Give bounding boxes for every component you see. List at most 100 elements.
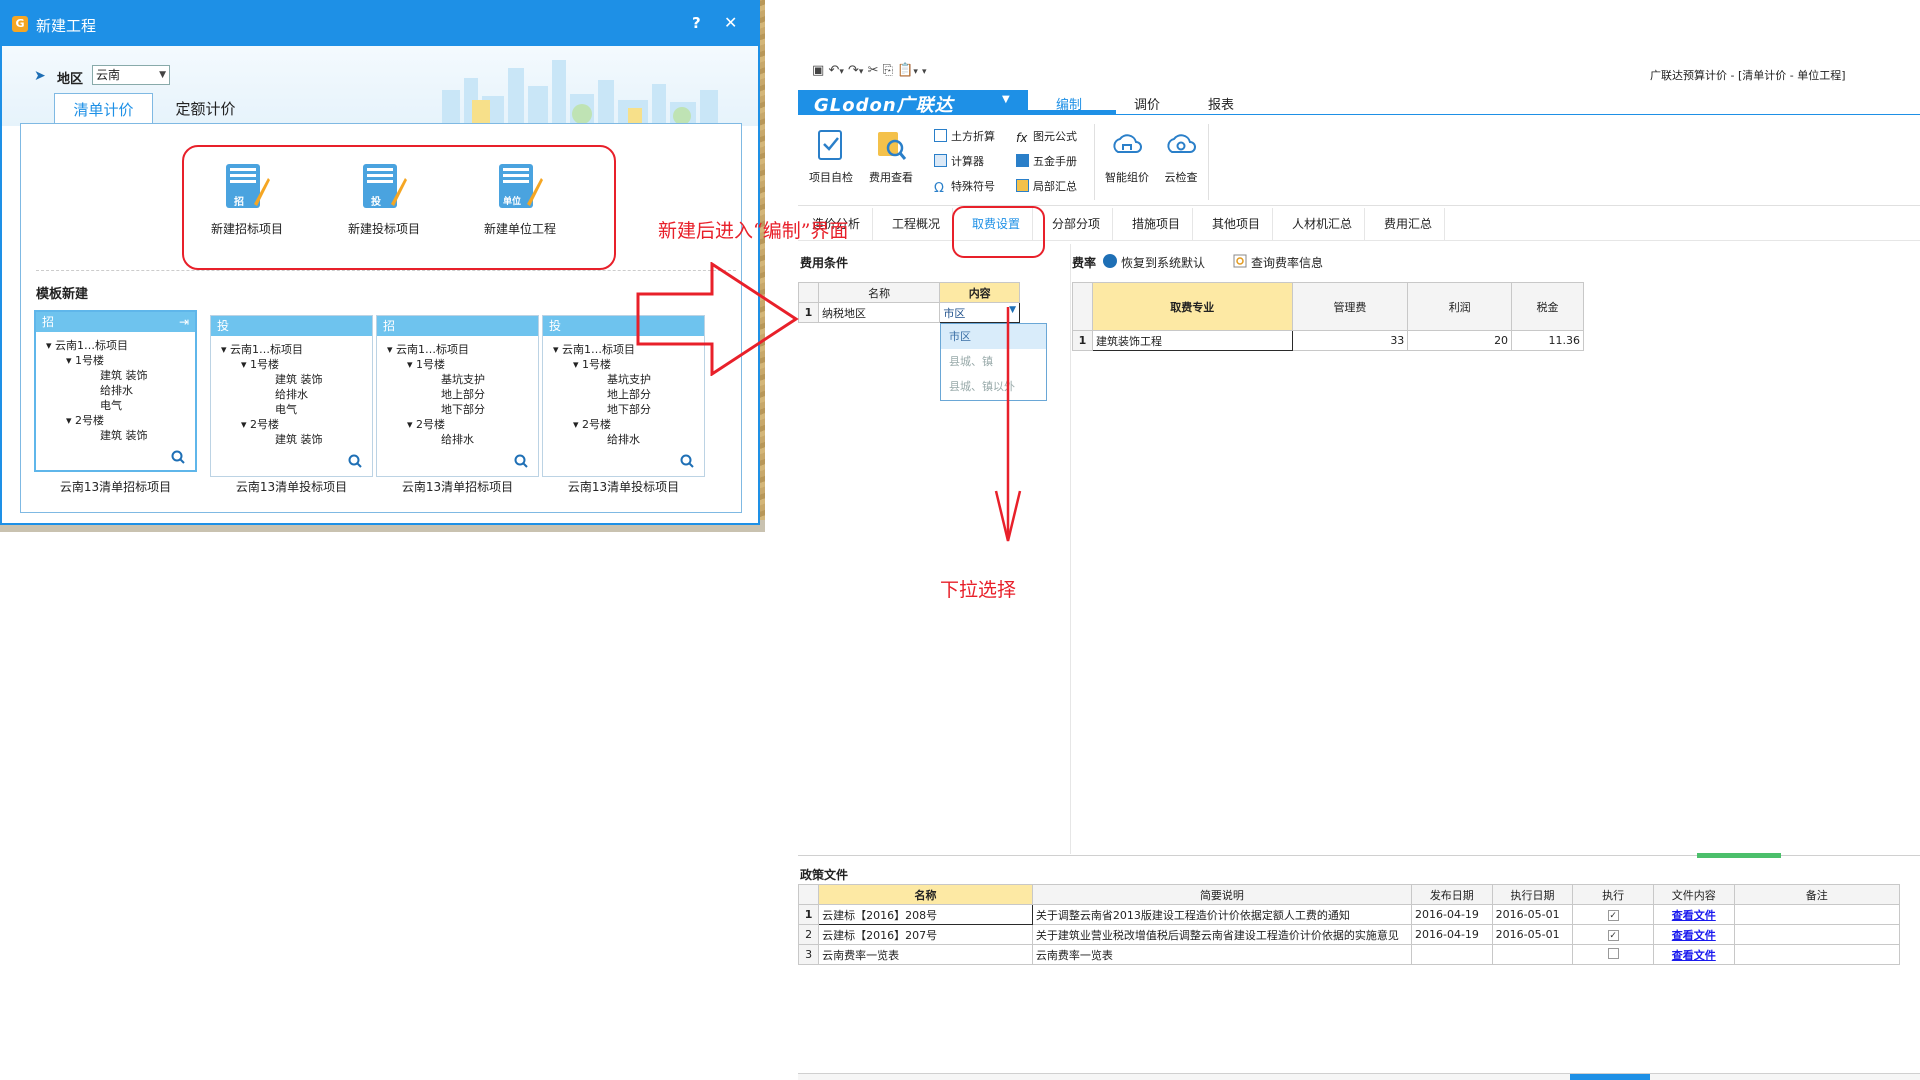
cell-publish: 2016-04-19 xyxy=(1410,924,1493,945)
ribbon-tab-edit[interactable]: 编制 xyxy=(1056,94,1082,113)
annotation-enter-edit: 新建后进入“编制”界面 xyxy=(658,220,849,242)
hardware-manual-button[interactable]: 五金手册 xyxy=(1016,153,1077,169)
ribbon-tab-report[interactable]: 报表 xyxy=(1208,94,1234,113)
tab-quota-pricing[interactable]: 定额计价 xyxy=(156,93,255,125)
search-icon[interactable] xyxy=(680,454,694,468)
cell-mgmt[interactable]: 33 xyxy=(1291,330,1409,351)
template-card-header: 招 ⇥ xyxy=(36,312,195,332)
formula-button[interactable]: fx 图元公式 xyxy=(1016,128,1077,145)
template-card[interactable]: 招 ▾ 云南1…标项目 ▾ 1号楼 基坑支护 地上部分 地下部分 ▾ 2号楼 给… xyxy=(376,315,539,477)
tab-measures[interactable]: 措施项目 xyxy=(1120,208,1194,241)
pin-icon: ⇥ xyxy=(178,315,189,329)
save-icon[interactable]: ▣ xyxy=(812,63,824,78)
query-rate-button[interactable]: 查询费率信息 xyxy=(1251,254,1323,271)
project-check-button[interactable]: 项目自检 xyxy=(806,128,856,198)
tab-bill-pricing[interactable]: 清单计价 xyxy=(54,93,153,126)
cloud-check-button[interactable]: 云检查 xyxy=(1156,128,1206,198)
cell-name[interactable]: 纳税地区 xyxy=(817,302,941,323)
execute-checkbox[interactable]: ✓ xyxy=(1607,910,1619,921)
template-badge: 招 xyxy=(383,319,396,333)
view-file-link[interactable]: 查看文件 xyxy=(1672,949,1716,962)
dialog-title: 新建工程 xyxy=(36,17,97,35)
tab-other-items[interactable]: 其他项目 xyxy=(1200,208,1274,241)
cut-icon[interactable]: ✂ xyxy=(868,63,879,78)
special-symbol-button[interactable]: Ω 特殊符号 xyxy=(934,178,995,195)
earthwork-button[interactable]: 土方折算 xyxy=(934,128,995,144)
chevron-down-icon[interactable]: ▾ xyxy=(913,67,918,77)
pane-divider xyxy=(1070,244,1071,854)
restore-default-button[interactable]: 恢复到系统默认 xyxy=(1121,254,1205,271)
redo-icon[interactable]: ↷ xyxy=(848,63,859,78)
cell-profit[interactable]: 20 xyxy=(1407,330,1513,351)
region-select[interactable]: 云南 ▼ xyxy=(92,65,170,85)
cell-tax[interactable]: 11.36 xyxy=(1511,330,1584,351)
cell-desc: 关于建筑业营业税改增值税后调整云南省建设工程造价计价依据的实施意见 xyxy=(1031,924,1412,945)
view-file-link[interactable]: 查看文件 xyxy=(1672,929,1716,942)
splitter-handle[interactable] xyxy=(1697,853,1781,858)
table-row[interactable]: 1 纳税地区 市区 ▼ xyxy=(798,302,1020,323)
tab-fee-summary[interactable]: 费用汇总 xyxy=(1372,208,1446,241)
cell-name[interactable]: 云南费率一览表 xyxy=(818,944,1033,965)
paste-icon[interactable]: 📋 xyxy=(897,63,913,78)
red-right-arrow-icon xyxy=(636,262,799,376)
fee-view-button[interactable]: 费用查看 xyxy=(866,128,916,198)
region-label: 地区 xyxy=(57,72,84,87)
table-row[interactable]: 3 云南费率一览表 云南费率一览表 查看文件 xyxy=(797,944,1901,965)
annotation-highlight-box xyxy=(182,145,616,270)
cloud-search-icon xyxy=(1167,134,1196,153)
tree-node: ▾ 1号楼 xyxy=(407,358,446,371)
template-card[interactable]: 招 ⇥ ▾ 云南1…标项目 ▾ 1号楼 建筑 装饰 给排水 电气 ▾ 2号楼 建… xyxy=(34,310,197,472)
chevron-down-icon[interactable]: ▾ xyxy=(859,67,864,77)
chevron-down-icon[interactable]: ▾ xyxy=(839,67,844,77)
copy-icon[interactable]: ⎘ xyxy=(883,63,893,78)
undo-icon[interactable]: ↶ xyxy=(828,63,839,78)
template-badge: 投 xyxy=(549,319,562,333)
tree-node: ▾ 2号楼 xyxy=(241,418,280,431)
cell-name[interactable]: 云建标【2016】208号 xyxy=(818,904,1033,925)
tab-labor-material-summary[interactable]: 人材机汇总 xyxy=(1280,208,1366,241)
checklist-icon xyxy=(818,130,842,160)
partial-summary-button[interactable]: 局部汇总 xyxy=(1016,178,1077,194)
table-row[interactable]: 1 建筑装饰工程 33 20 11.36 xyxy=(1072,330,1584,351)
tab-subitems[interactable]: 分部分项 xyxy=(1040,208,1114,241)
cell-note[interactable] xyxy=(1733,944,1901,965)
smart-price-label: 智能组价 xyxy=(1105,171,1149,184)
fee-conditions-table: 名称 内容 1 纳税地区 市区 ▼ xyxy=(798,282,1020,323)
template-name: 云南13清单投标项目 xyxy=(235,480,348,494)
red-down-arrow-icon xyxy=(994,307,1022,542)
cell-note[interactable] xyxy=(1733,924,1901,945)
table-row[interactable]: 2 云建标【2016】207号 关于建筑业营业税改增值税后调整云南省建设工程造价… xyxy=(797,924,1901,945)
brand-logo: GLodon广联达 xyxy=(814,95,954,116)
help-button[interactable]: ? xyxy=(692,14,701,32)
table-row[interactable]: 1 云建标【2016】208号 关于调整云南省2013版建设工程造价计价依据定额… xyxy=(797,904,1901,925)
tree-node: 建筑 装饰 xyxy=(100,429,148,442)
calculator-button[interactable]: 计算器 xyxy=(934,153,984,169)
cell-note[interactable] xyxy=(1733,904,1901,925)
cell-name[interactable]: 云建标【2016】207号 xyxy=(818,924,1033,945)
execute-checkbox[interactable] xyxy=(1607,947,1619,959)
smart-price-button[interactable]: 智能组价 xyxy=(1102,128,1152,198)
template-card[interactable]: 投 ▾ 云南1…标项目 ▾ 1号楼 建筑 装饰 给排水 电气 ▾ 2号楼 建筑 … xyxy=(210,315,373,477)
execute-checkbox[interactable]: ✓ xyxy=(1607,930,1619,941)
view-file-link[interactable]: 查看文件 xyxy=(1672,909,1716,922)
search-icon[interactable] xyxy=(171,450,185,464)
cell-desc: 云南费率一览表 xyxy=(1031,944,1412,965)
restore-icon[interactable] xyxy=(1103,254,1117,268)
column-header-mgmt: 管理费 xyxy=(1291,282,1409,331)
column-header-execute: 执行 xyxy=(1572,884,1654,905)
ribbon-tab-adjust[interactable]: 调价 xyxy=(1134,94,1160,113)
column-header-desc: 简要说明 xyxy=(1031,884,1412,905)
tab-project-overview[interactable]: 工程概况 xyxy=(880,208,954,241)
search-icon[interactable] xyxy=(514,454,528,468)
close-button[interactable]: ✕ xyxy=(724,13,737,32)
tree-node: 基坑支护 xyxy=(441,373,485,386)
cell-specialty[interactable]: 建筑装饰工程 xyxy=(1091,330,1293,351)
query-document-icon[interactable] xyxy=(1233,254,1247,268)
table-header-row: 名称 内容 xyxy=(798,282,1020,303)
cell-execute: ✓ xyxy=(1572,924,1654,945)
customize-icon[interactable]: ▾ xyxy=(922,67,927,77)
chevron-down-icon[interactable]: ▼ xyxy=(1002,94,1010,105)
search-icon[interactable] xyxy=(348,454,362,468)
omega-icon: Ω xyxy=(934,181,944,196)
earthwork-label: 土方折算 xyxy=(951,130,995,143)
